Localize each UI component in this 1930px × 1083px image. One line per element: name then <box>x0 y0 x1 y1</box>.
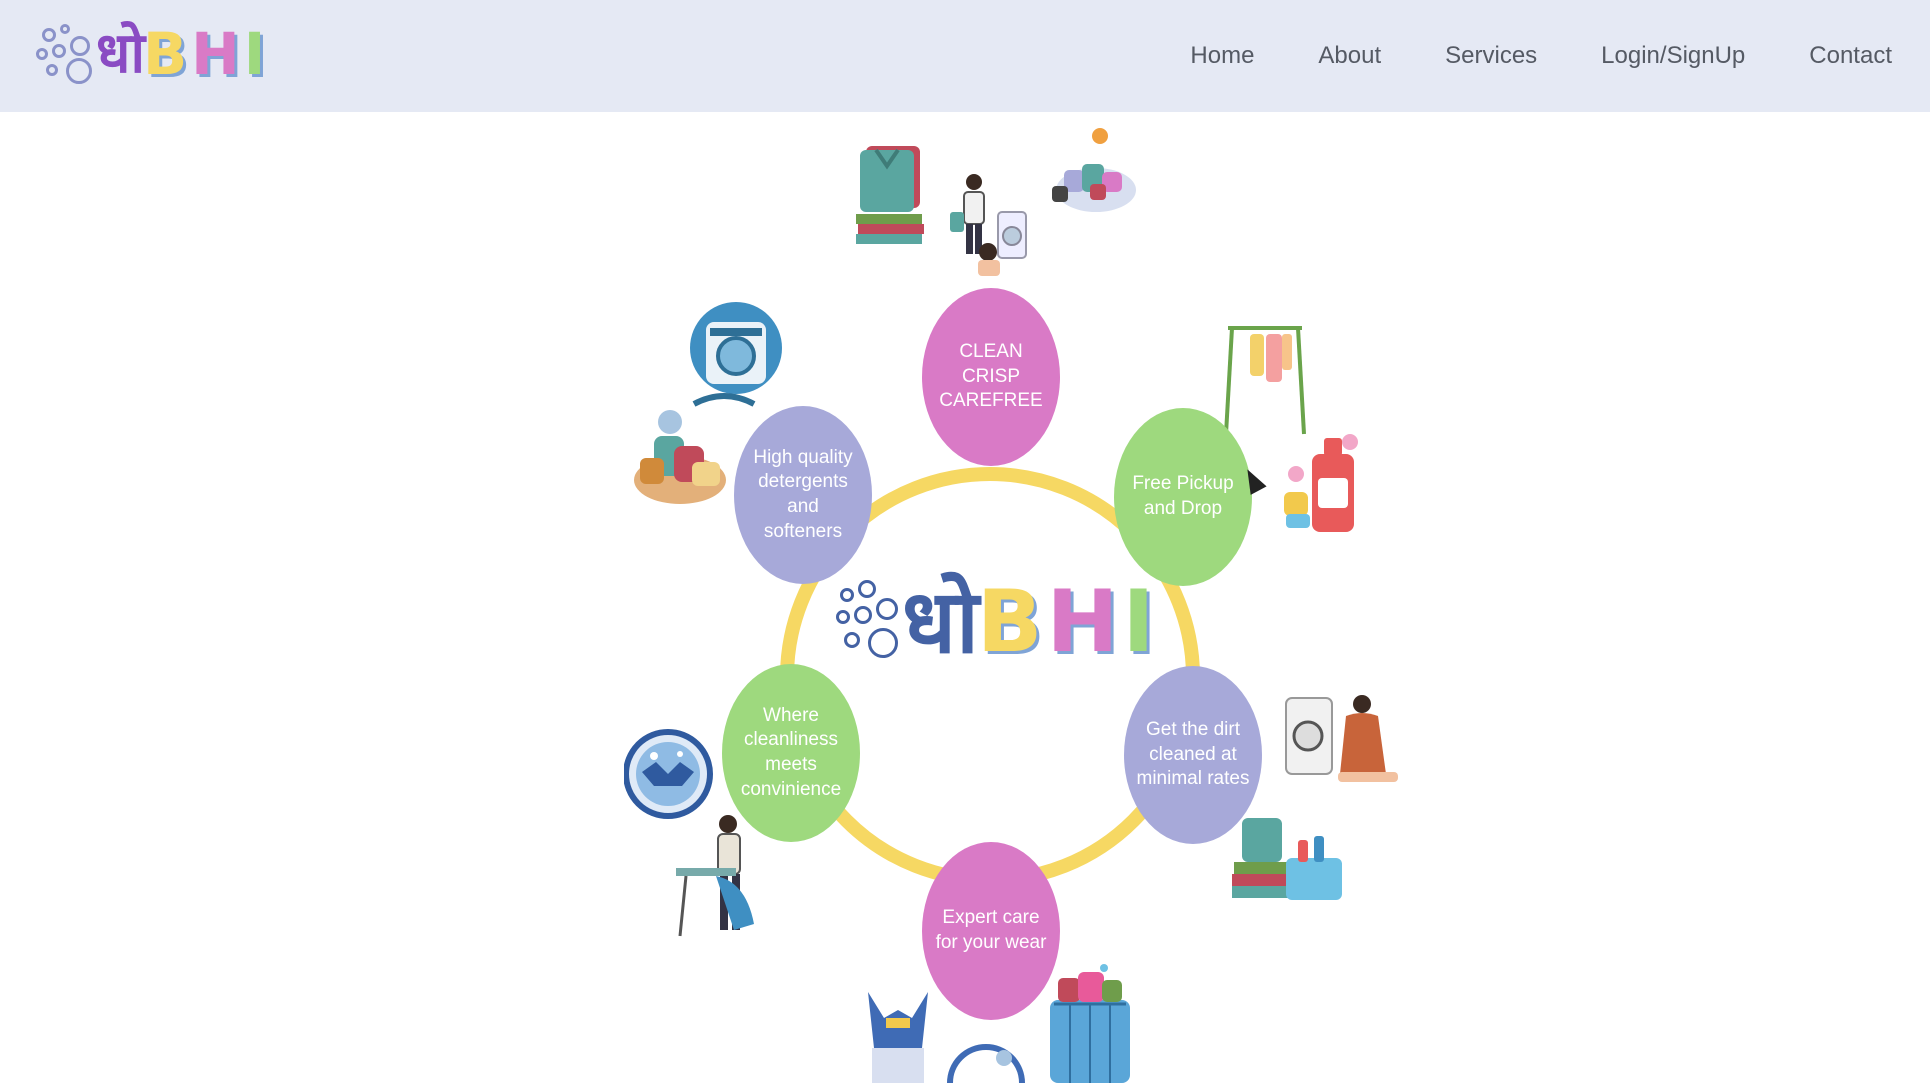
nav-about-link[interactable]: About <box>1318 42 1381 70</box>
nav-login-signup-link[interactable]: Login/SignUp <box>1601 42 1745 70</box>
ironing-person-illustration <box>676 815 754 937</box>
nav-home-link[interactable]: Home <box>1190 42 1254 70</box>
feature-node-detergents: High quality detergents and softeners <box>734 406 872 584</box>
clothes-heap-illustration <box>634 410 726 504</box>
folded-shirts-illustration <box>856 146 924 244</box>
navbar: धो BHI Home About Services Login/SignUp … <box>0 0 1930 112</box>
logo-latin-text: BHI <box>142 20 270 88</box>
person-loading-washer-illustration <box>1285 695 1398 782</box>
feature-node-cleanliness: Where cleanliness meets convinience <box>722 664 860 842</box>
laundry-basket-illustration <box>1232 818 1342 900</box>
nav-services-link[interactable]: Services <box>1445 42 1537 70</box>
center-logo-latin-text: BHI <box>976 572 1159 672</box>
laundry-pile-illustration <box>1052 128 1136 212</box>
feature-node-expert-care: Expert care for your wear <box>922 842 1060 1020</box>
feature-node-minimal-rates: Get the dirt cleaned at minimal rates <box>1124 666 1262 844</box>
brand-logo[interactable]: धो BHI <box>36 18 269 90</box>
nav-contact-link[interactable]: Contact <box>1809 42 1892 70</box>
feature-node-label: Free Pickup and Drop <box>1132 473 1234 519</box>
feature-node-label: Expert care for your wear <box>935 907 1047 953</box>
main-nav: Home About Services Login/SignUp Contact <box>1190 0 1892 112</box>
feature-node-label: Where cleanliness meets convinience <box>740 704 842 800</box>
feature-node-clean-crisp: CLEAN CRISP CAREFREE <box>922 288 1060 466</box>
center-bubbles-icon <box>836 580 902 664</box>
hanging-shirt-illustration <box>868 992 928 1083</box>
feature-node-label: High quality detergents and softeners <box>753 446 853 542</box>
center-brand-logo: धो BHI <box>836 578 1158 666</box>
laundry-hamper-illustration <box>1050 964 1130 1083</box>
hero-infographic: धो BHI CLEAN CRISP CAREFREE Free Pickup … <box>0 112 1930 1083</box>
feature-node-label: CLEAN CRISP CAREFREE <box>939 340 1043 412</box>
logo-script-text: धो <box>96 21 145 86</box>
bucket-illustration <box>947 1044 1025 1083</box>
center-logo-script-text: धो <box>902 570 979 673</box>
detergent-bottle-illustration <box>1284 434 1358 532</box>
bubbles-icon <box>36 22 96 86</box>
clothes-rack-illustration <box>1224 326 1306 435</box>
feature-node-label: Get the dirt cleaned at minimal rates <box>1136 718 1250 790</box>
feature-node-pickup-drop: Free Pickup and Drop <box>1114 408 1252 586</box>
people-washing-illustration <box>950 174 1027 276</box>
